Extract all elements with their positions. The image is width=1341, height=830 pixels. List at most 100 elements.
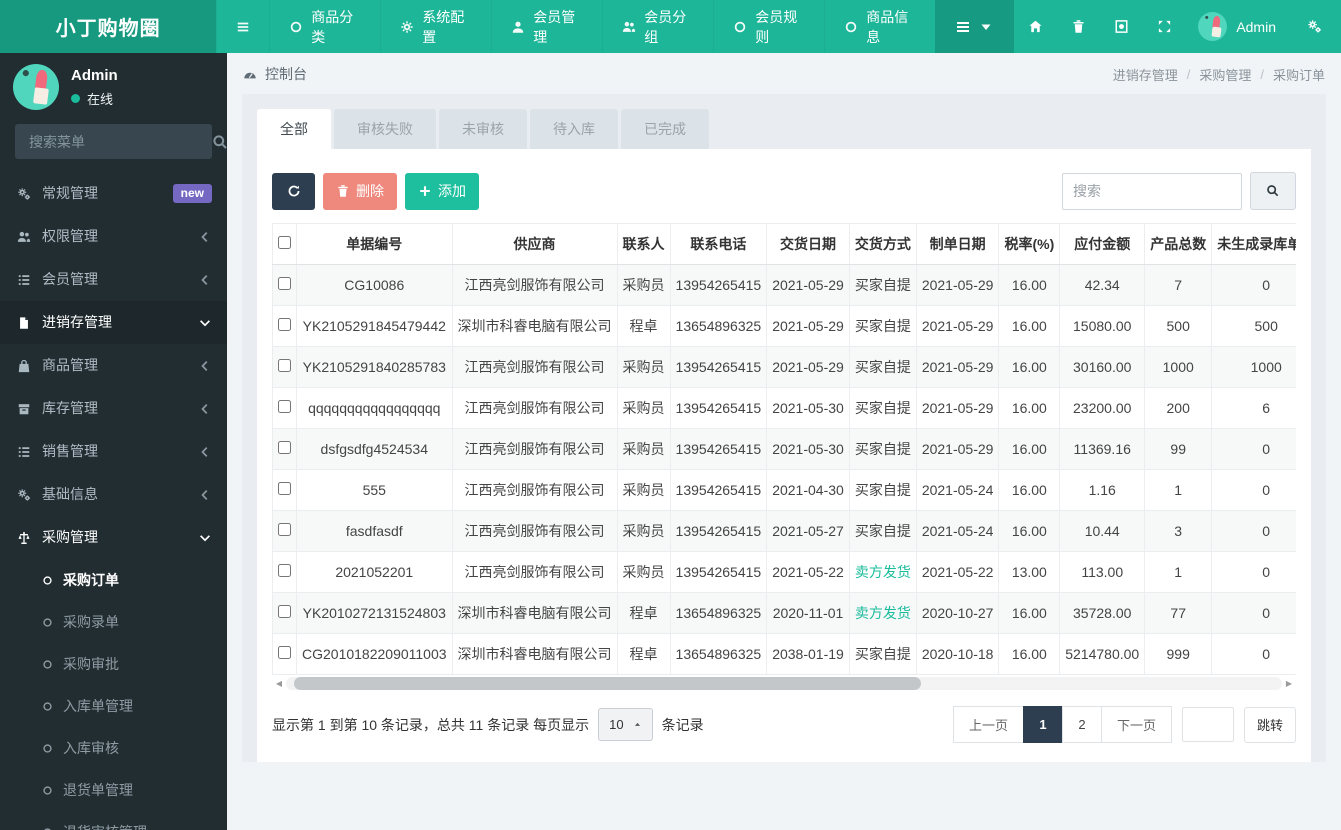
table-row[interactable]: 2021052201 江西亮剑服饰有限公司 采购员 13954265415 2021-0…: [272, 551, 1296, 593]
tab-审核失败[interactable]: 审核失败: [334, 109, 436, 149]
row-checkbox[interactable]: [278, 359, 291, 372]
row-checkbox[interactable]: [278, 564, 291, 577]
topnav-item[interactable]: 会员分组: [602, 0, 713, 53]
sidebar-item-采购管理[interactable]: 采购管理: [0, 516, 227, 559]
sidebar-item-进销存管理[interactable]: 进销存管理: [0, 301, 227, 344]
topnav-item[interactable]: 会员管理: [491, 0, 602, 53]
topnav-item[interactable]: 会员规则: [713, 0, 824, 53]
jump-page-input[interactable]: [1181, 707, 1234, 742]
table-search-input[interactable]: [1062, 172, 1242, 210]
sidebar-toggle-button[interactable]: [216, 0, 269, 53]
refresh-button[interactable]: [272, 172, 315, 210]
column-header[interactable]: 产品总数: [1144, 223, 1213, 265]
column-header[interactable]: 交货日期: [766, 223, 850, 265]
sidebar-item-库存管理[interactable]: 库存管理: [0, 387, 227, 430]
page-button-2[interactable]: 2: [1061, 706, 1102, 743]
table-row[interactable]: YK2105291845479442 深圳市科睿电脑有限公司 程卓 136548963…: [272, 305, 1296, 347]
sidebar-item-会员管理[interactable]: 会员管理: [0, 258, 227, 301]
column-header[interactable]: 交货方式: [848, 223, 917, 265]
circle-icon: [733, 20, 747, 34]
sidebar-subitem-采购订单[interactable]: 采购订单: [0, 559, 227, 601]
tab-已完成[interactable]: 已完成: [621, 109, 709, 149]
column-header[interactable]: 制单日期: [915, 223, 1000, 265]
scrollbar-thumb[interactable]: [294, 677, 922, 690]
table-row[interactable]: qqqqqqqqqqqqqqqqq 江西亮剑服饰有限公司 采购员 1395426541…: [272, 387, 1296, 429]
breadcrumb-link[interactable]: 进销存管理: [1113, 65, 1178, 84]
sidebar-subitem-退货单管理[interactable]: 退货单管理: [0, 769, 227, 811]
sidebar-subitem-入库单管理[interactable]: 入库单管理: [0, 685, 227, 727]
row-checkbox[interactable]: [278, 646, 291, 659]
breadcrumb-link[interactable]: 采购订单: [1273, 65, 1325, 84]
home-button[interactable]: [1014, 0, 1057, 53]
table-search-button[interactable]: [1250, 172, 1296, 210]
sidebar-search-input[interactable]: [27, 132, 212, 151]
gear-icon: [400, 20, 414, 34]
scrollbar-track[interactable]: [286, 677, 1282, 690]
tab-待入库[interactable]: 待入库: [530, 109, 618, 149]
delete-button[interactable]: 删除: [323, 172, 397, 210]
table-row[interactable]: CG2010182209011003 深圳市科睿电脑有限公司 程卓 136548963…: [272, 633, 1296, 675]
doc-image-button[interactable]: [1100, 0, 1143, 53]
sidebar-subitem-label: 退货审核管理: [63, 822, 147, 830]
jump-button[interactable]: 跳转: [1243, 706, 1296, 743]
topnav-item[interactable]: 商品分类: [269, 0, 380, 53]
column-header[interactable]: 未生成录库单数: [1211, 223, 1296, 265]
row-checkbox[interactable]: [278, 605, 291, 618]
scroll-left-arrow[interactable]: ◀: [272, 679, 286, 688]
table-row[interactable]: YK2010272131524803 深圳市科睿电脑有限公司 程卓 136548963…: [272, 592, 1296, 634]
row-checkbox[interactable]: [278, 482, 291, 495]
next-page-button[interactable]: 下一页: [1100, 706, 1172, 743]
table-cell: 16.00: [998, 346, 1061, 388]
column-header[interactable]: 供应商: [451, 223, 618, 265]
table-row[interactable]: dsfgsdfg4524534 江西亮剑服饰有限公司 采购员 13954265415 2…: [272, 428, 1296, 470]
tab-全部[interactable]: 全部: [257, 109, 331, 149]
user-menu[interactable]: Admin: [1186, 0, 1288, 53]
topnav-item[interactable]: 系统配置: [380, 0, 491, 53]
table-cell: 13954265415: [669, 551, 768, 593]
sidebar-item-基础信息[interactable]: 基础信息: [0, 473, 227, 516]
add-button[interactable]: 添加: [405, 172, 479, 210]
row-checkbox[interactable]: [278, 277, 291, 290]
table-row[interactable]: 555 江西亮剑服饰有限公司 采购员 13954265415 2021-04-30 买家自…: [272, 469, 1296, 511]
table-cell: 采购员: [616, 346, 671, 388]
breadcrumb-link[interactable]: 采购管理: [1199, 65, 1251, 84]
brand-logo[interactable]: 小丁购物圈: [0, 0, 217, 53]
nav-list-dropdown-button[interactable]: [935, 0, 1015, 53]
page-button-1[interactable]: 1: [1022, 706, 1063, 743]
trash-button[interactable]: [1057, 0, 1100, 53]
row-checkbox[interactable]: [278, 441, 291, 454]
table-row[interactable]: CG10086 江西亮剑服饰有限公司 采购员 13954265415 2021-05-2…: [272, 264, 1296, 306]
row-checkbox[interactable]: [278, 318, 291, 331]
prev-page-button[interactable]: 上一页: [952, 706, 1024, 743]
column-header[interactable]: 单据编号: [296, 223, 453, 265]
table-cell: 500: [1211, 305, 1296, 347]
sidebar-item-权限管理[interactable]: 权限管理: [0, 215, 227, 258]
topnav-item[interactable]: 商品信息: [824, 0, 935, 53]
sidebar-item-销售管理[interactable]: 销售管理: [0, 430, 227, 473]
row-checkbox[interactable]: [278, 523, 291, 536]
sidebar-item-label: 商品管理: [42, 357, 98, 373]
expand-button[interactable]: [1143, 0, 1186, 53]
sidebar-subitem-采购录单[interactable]: 采购录单: [0, 601, 227, 643]
select-all-checkbox[interactable]: [278, 236, 291, 249]
column-header[interactable]: 税率(%): [998, 223, 1061, 265]
row-checkbox-cell: [272, 346, 297, 388]
table-cell: 13954265415: [669, 346, 768, 388]
column-header[interactable]: 联系电话: [669, 223, 768, 265]
dashboard-link[interactable]: 控制台: [243, 64, 307, 84]
table-row[interactable]: YK2105291840285783 江西亮剑服饰有限公司 采购员 139542654…: [272, 346, 1296, 388]
page-size-dropdown[interactable]: 10: [598, 708, 653, 741]
scroll-right-arrow[interactable]: ▶: [1282, 679, 1296, 688]
sidebar-subitem-入库审核[interactable]: 入库审核: [0, 727, 227, 769]
table-row[interactable]: fasdfasdf 江西亮剑服饰有限公司 采购员 13954265415 2021-05…: [272, 510, 1296, 552]
sidebar-subitem-退货审核管理[interactable]: 退货审核管理: [0, 811, 227, 830]
row-checkbox[interactable]: [278, 400, 291, 413]
sidebar-subitem-采购审批[interactable]: 采购审批: [0, 643, 227, 685]
column-header[interactable]: 应付金额: [1059, 223, 1146, 265]
sidebar-item-商品管理[interactable]: 商品管理: [0, 344, 227, 387]
tab-未审核[interactable]: 未审核: [439, 109, 527, 149]
column-header[interactable]: 联系人: [616, 223, 671, 265]
sidebar-item-常规管理[interactable]: 常规管理 new: [0, 172, 227, 215]
settings-cogs-button[interactable]: [1288, 0, 1341, 53]
table-cell: 2021-05-29: [915, 428, 1000, 470]
